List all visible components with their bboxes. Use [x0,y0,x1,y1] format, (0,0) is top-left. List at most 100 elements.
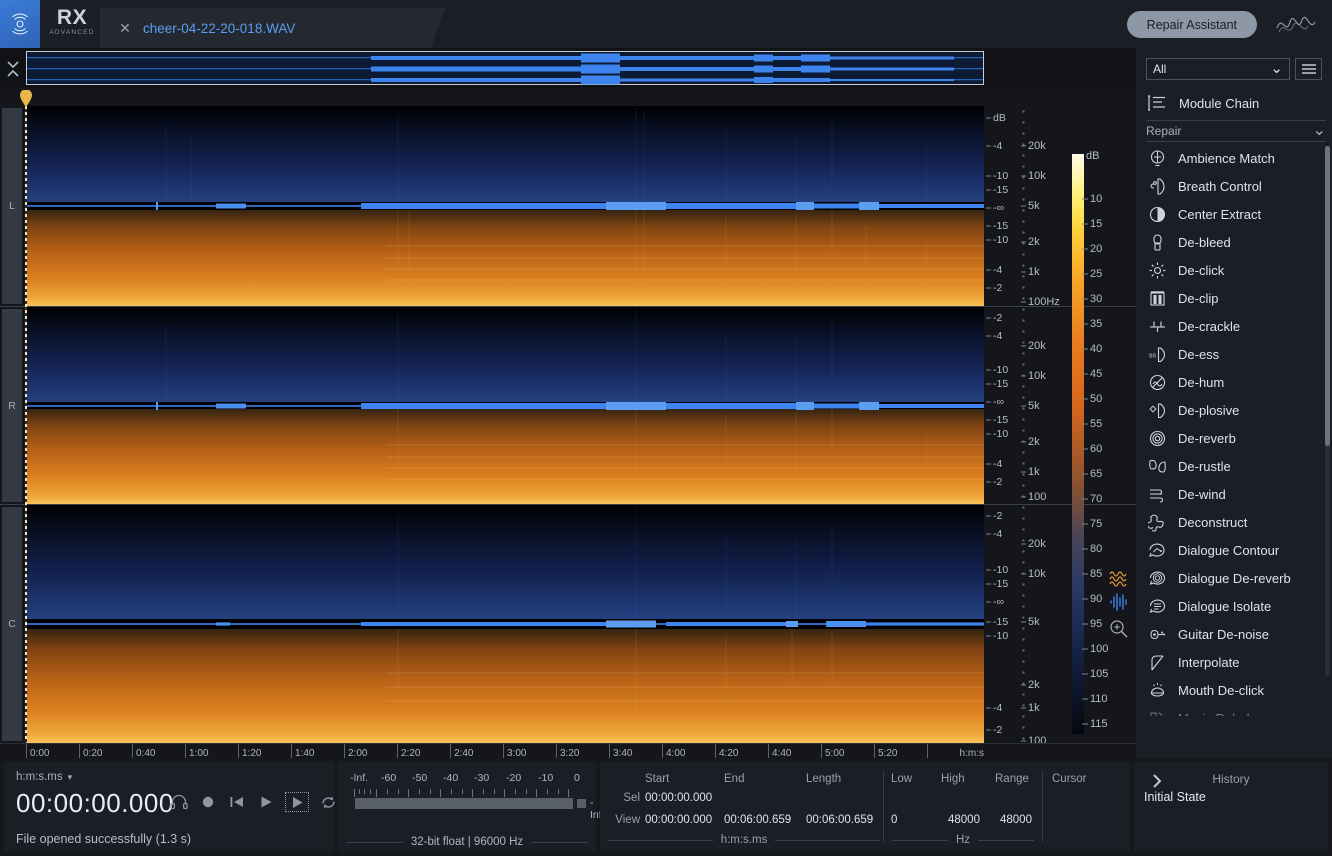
db-tick: -2 [993,312,1003,324]
module-item-de-click[interactable]: De-click [1142,256,1326,284]
view-range-value[interactable]: 48000 [1000,814,1032,826]
channel-row-l[interactable]: L [0,106,1136,306]
channel-stack: L R C [0,106,1136,743]
freq-tick: 1k [1028,266,1040,278]
waveform-overlay-r [26,401,984,410]
audio-format-text: 32-bit float | 96000 Hz [410,836,524,848]
module-item-de-reverb[interactable]: De-reverb [1142,424,1326,452]
app-logo[interactable] [0,0,40,48]
module-item-center-extract[interactable]: Center Extract [1142,200,1326,228]
channel-row-r[interactable]: R [0,306,1136,504]
module-item-de-plosive[interactable]: De-plosive [1142,396,1326,424]
play-selection-button[interactable] [285,792,309,812]
clip-indicator[interactable] [577,799,586,808]
module-item-de-wind[interactable]: De-wind [1142,480,1326,508]
time-unit-line: h:m:s.ms [608,834,881,846]
module-item-de-clip[interactable]: De-clip [1142,284,1326,312]
play-button[interactable] [256,792,276,812]
expand-chevron-right-icon[interactable] [1146,770,1168,792]
module-item-label: Mouth De-click [1178,682,1264,698]
module-list-scrollbar[interactable] [1325,146,1330,676]
waveform-scribble-icon[interactable] [1274,10,1318,40]
current-time-display[interactable]: 00:00:00.000 [16,788,174,819]
repair-assistant-button[interactable]: Repair Assistant [1126,11,1257,38]
close-icon[interactable]: ✕ [118,20,132,36]
meter-tick-label: -40 [443,772,459,784]
module-item-music-rebalance[interactable]: Music Rebalance [1142,704,1326,716]
module-item-interpolate[interactable]: Interpolate [1142,648,1326,676]
module-item-ambience-match[interactable]: Ambience Match [1142,144,1326,172]
de-wind-icon [1146,483,1168,505]
module-panel: All ⌄ Module Chain Repair ⌄ Ambience Mat… [1136,48,1332,788]
view-low-value[interactable]: 0 [891,814,897,826]
de-click-icon [1146,259,1168,281]
collapse-chevrons-icon[interactable] [2,54,24,84]
module-item-guitar-de-noise[interactable]: Guitar De-noise [1142,620,1326,648]
time-format-value: h:m:s.ms [16,771,63,783]
colorbar-gradient[interactable] [1072,154,1084,734]
module-filter-select[interactable]: All ⌄ [1146,58,1290,80]
go-to-start-button[interactable] [227,792,247,812]
db-tick: -∞ [993,396,1004,408]
spectrogram-l[interactable] [26,106,984,306]
monitor-headphones-button[interactable] [169,792,189,812]
de-bleed-icon [1146,231,1168,253]
colorbar-tick: 70 [1090,493,1103,505]
view-start-value[interactable]: 00:00:00.000 [645,814,712,826]
selection-info-panel: Start End Length Low High Range Cursor S… [600,762,1130,852]
module-item-de-crackle[interactable]: De-crackle [1142,312,1326,340]
hamburger-menu-icon[interactable] [1295,58,1322,80]
freq-tick: 100 [1028,491,1047,503]
freq-tick: 2k [1028,436,1040,448]
de-reverb-icon [1146,427,1168,449]
sel-start-value[interactable]: 00:00:00.000 [645,792,712,804]
module-chain-item[interactable]: Module Chain [1146,88,1322,118]
db-tick: -15 [993,578,1009,590]
loop-button[interactable] [318,792,338,812]
view-length-value[interactable]: 00:06:00.659 [806,814,873,826]
freq-tick: 5k [1028,616,1040,628]
colorbar-tick: 85 [1090,568,1103,580]
record-button[interactable] [198,792,218,812]
waveform-overview[interactable] [0,48,1136,88]
view-end-value[interactable]: 00:06:00.659 [724,814,791,826]
module-item-de-rustle[interactable]: De-rustle [1142,452,1326,480]
module-item-de-ess[interactable]: ss De-ess [1142,340,1326,368]
col-header-end: End [724,773,745,785]
module-item-mouth-de-click[interactable]: Mouth De-click [1142,676,1326,704]
channel-row-c[interactable]: C [0,504,1136,743]
module-list[interactable]: Ambience Match Breath Control Center Ext… [1142,144,1326,716]
overview-canvas[interactable] [26,51,984,85]
db-tick: -10 [993,364,1009,376]
spectrogram-r[interactable] [26,307,984,504]
time-format-selector[interactable]: h:m:s.ms ▾ [16,771,72,783]
col-header-cursor: Cursor [1052,773,1087,785]
module-item-dialogue-contour[interactable]: Dialogue Contour [1142,536,1326,564]
freq-unit-label: Hz [955,834,971,846]
meter-tick-label: 0 [574,772,580,784]
freq-tick: 10k [1028,568,1046,580]
dialogue-contour-icon [1146,539,1168,561]
module-item-de-bleed[interactable]: De-bleed [1142,228,1326,256]
module-item-breath-control[interactable]: Breath Control [1142,172,1326,200]
colorbar-tick: 10 [1090,193,1103,205]
module-item-de-hum[interactable]: De-hum [1142,368,1326,396]
view-high-value[interactable]: 48000 [948,814,980,826]
spectrogram-view-icon[interactable] [1108,568,1132,590]
level-meter-bar [355,798,573,809]
zoom-in-icon[interactable] [1108,618,1132,640]
module-item-dialogue-isolate[interactable]: Dialogue Isolate [1142,592,1326,620]
colorbar-tick: 20 [1090,243,1103,255]
module-category-repair[interactable]: Repair ⌄ [1146,120,1326,142]
module-list-scroll-thumb[interactable] [1325,146,1330,446]
meter-tick-label: -30 [474,772,490,784]
module-item-dialogue-de-reverb[interactable]: Dialogue De-reverb [1142,564,1326,592]
spectrogram-c[interactable] [26,505,984,743]
module-item-deconstruct[interactable]: Deconstruct [1142,508,1326,536]
playhead-marker[interactable] [19,90,33,108]
waveform-view-icon[interactable] [1108,592,1132,614]
freq-tick: 5k [1028,200,1040,212]
history-item[interactable]: Initial State [1144,790,1206,804]
freq-tick: 1k [1028,702,1040,714]
file-tab[interactable]: ✕ cheer-04-22-20-018.WAV [100,8,445,48]
